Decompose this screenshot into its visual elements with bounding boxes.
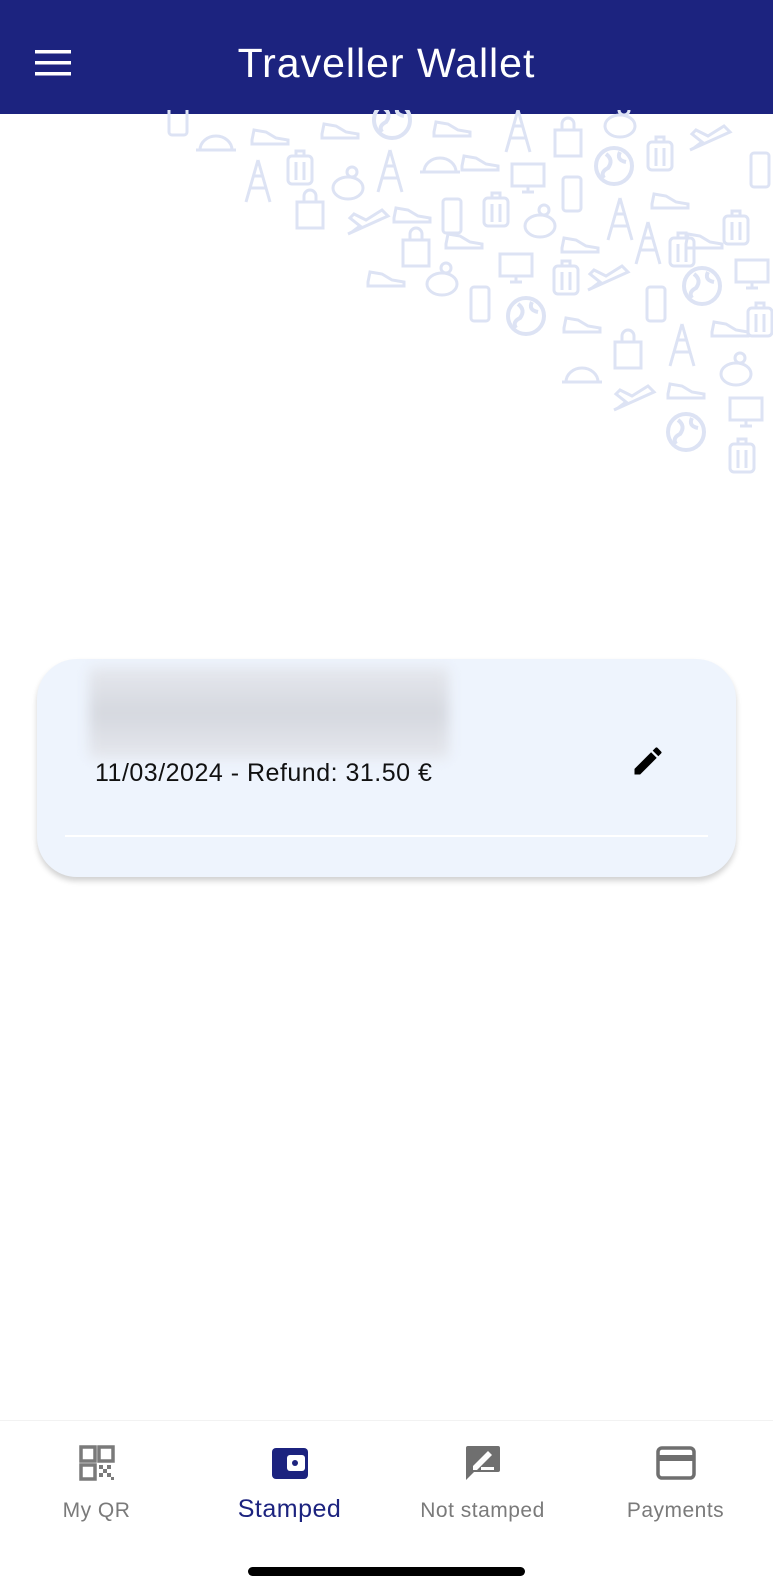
app-title: Traveller Wallet: [237, 40, 536, 86]
redacted-merchant-name: [89, 667, 449, 759]
card-divider: [65, 835, 708, 837]
nav-payments[interactable]: Payments: [579, 1421, 772, 1531]
nav-my-qr[interactable]: My QR: [0, 1421, 193, 1531]
qr-code-icon: [75, 1441, 119, 1485]
traveller-wallet-screen: Traveller Wallet 11/03/2024 - Refund: 31…: [0, 0, 773, 1594]
travel-pattern-decoration: [167, 110, 773, 474]
stamped-transaction-card[interactable]: 11/03/2024 - Refund: 31.50 €: [37, 659, 736, 877]
nav-not-stamped[interactable]: Not stamped: [386, 1421, 579, 1531]
nav-label-my-qr: My QR: [62, 1499, 131, 1522]
nav-label-not-stamped: Not stamped: [420, 1499, 545, 1522]
pencil-icon[interactable]: [616, 729, 680, 793]
nav-stamped[interactable]: Stamped: [193, 1421, 386, 1531]
nav-label-payments: Payments: [626, 1499, 725, 1522]
app-bar: Traveller Wallet: [0, 0, 773, 114]
transaction-summary: 11/03/2024 - Refund: 31.50 €: [95, 759, 433, 787]
home-indicator: [248, 1567, 525, 1576]
nav-label-stamped: Stamped: [237, 1495, 342, 1523]
signature-icon: [461, 1441, 505, 1485]
wallet-icon: [268, 1441, 312, 1485]
credit-card-icon: [654, 1441, 698, 1485]
